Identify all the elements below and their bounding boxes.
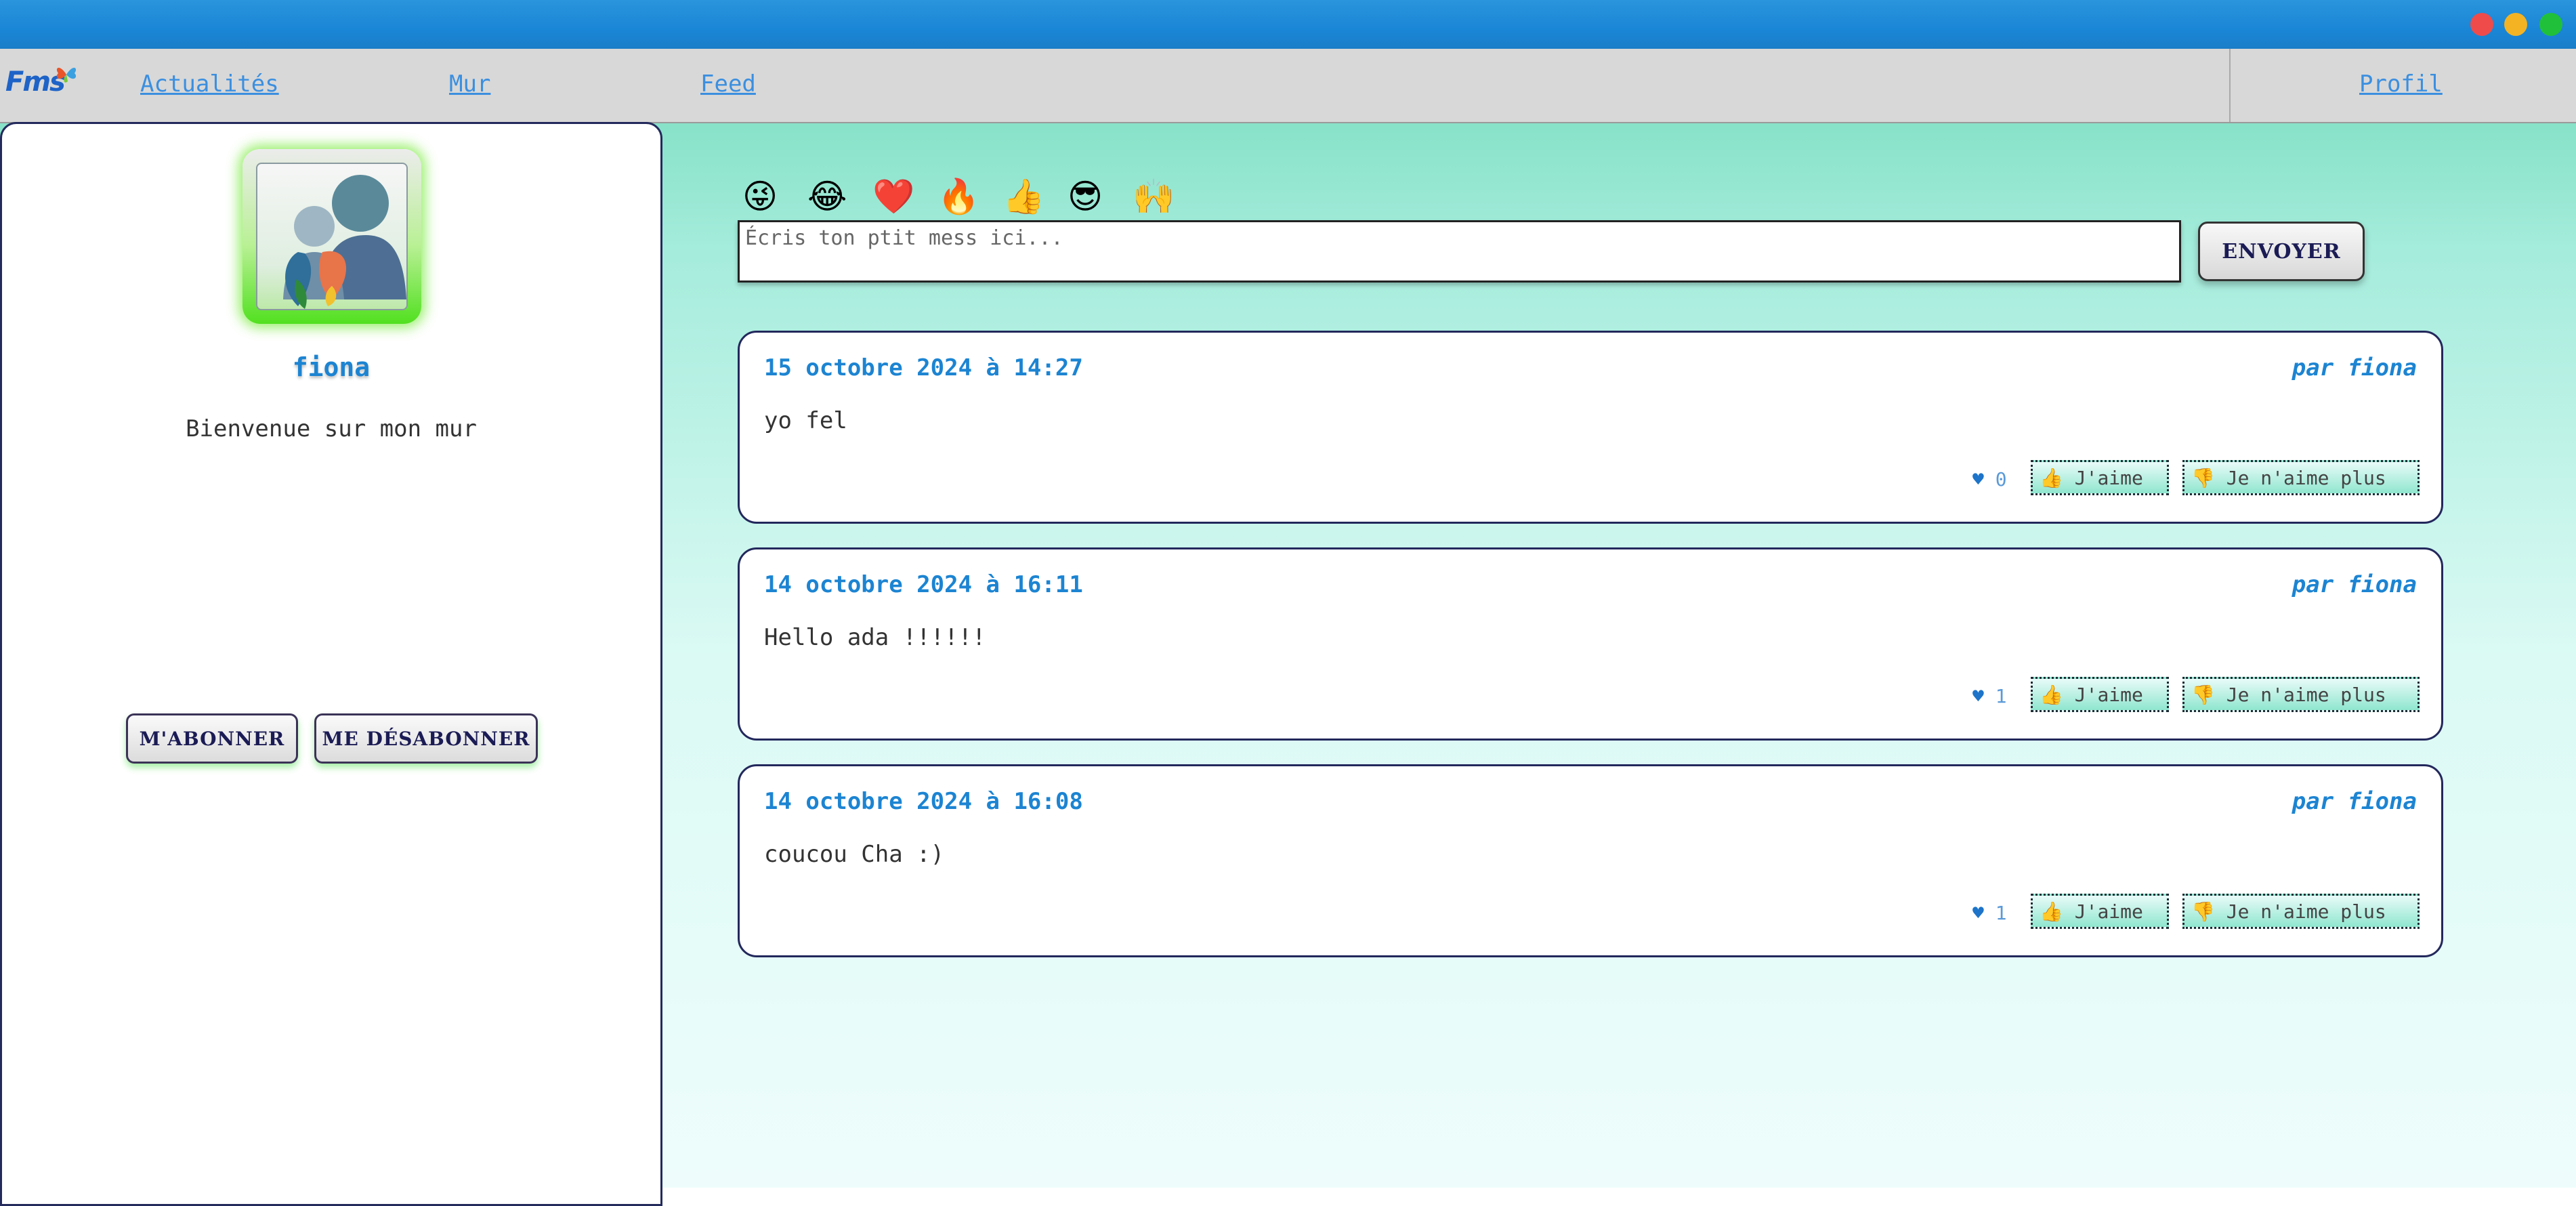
emoji-heart-icon[interactable]: ❤️ (872, 175, 914, 218)
nav-divider (2229, 49, 2231, 122)
message-input[interactable] (738, 220, 2181, 283)
nav-bar (0, 49, 2576, 123)
subscribe-button[interactable]: M'ABONNER (126, 713, 298, 764)
nav-link-actualites[interactable]: Actualités (140, 70, 279, 98)
like-count: ♥ 0 (1972, 468, 2007, 491)
like-button[interactable]: 👍 J'aime (2031, 677, 2169, 712)
profile-welcome-text: Bienvenue sur mon mur (186, 415, 477, 442)
like-button[interactable]: 👍 J'aime (2031, 460, 2169, 495)
unsubscribe-button[interactable]: ME DÉSABONNER (314, 713, 538, 764)
unlike-button-label: Je n'aime plus (2226, 683, 2386, 706)
like-count-value: 1 (1995, 685, 2007, 707)
like-count: ♥ 1 (1972, 902, 2007, 924)
thumbs-down-icon: 👎 (2191, 466, 2215, 489)
emoji-laughing-icon[interactable]: 😂 (807, 175, 847, 218)
post-text: coucou Cha :) (764, 841, 945, 868)
heart-icon: ♥ (1972, 685, 1984, 707)
emoji-crazy-face-icon[interactable]: 😜 (742, 175, 778, 218)
avatar (242, 149, 421, 324)
like-count-value: 0 (1995, 468, 2007, 491)
post-card: 14 octobre 2024 à 16:08 par fiona coucou… (738, 764, 2443, 957)
unlike-button[interactable]: 👎 Je n'aime plus (2182, 894, 2420, 929)
emoji-thumbs-up-icon[interactable]: 👍 (1002, 175, 1044, 218)
unlike-button-label: Je n'aime plus (2226, 900, 2386, 923)
app-logo[interactable]: Fms (5, 66, 80, 100)
nav-link-profil[interactable]: Profil (2359, 70, 2443, 98)
unlike-button[interactable]: 👎 Je n'aime plus (2182, 677, 2420, 712)
user-avatar-icon (283, 175, 406, 309)
like-count: ♥ 1 (1972, 685, 2007, 707)
close-window-button[interactable] (2470, 13, 2493, 36)
post-date: 14 octobre 2024 à 16:08 (764, 788, 1083, 815)
thumbs-up-icon: 👍 (2040, 900, 2063, 923)
like-count-value: 1 (1995, 902, 2007, 924)
window-titlebar (0, 0, 2576, 49)
post-card: 15 octobre 2024 à 14:27 par fiona yo fel… (738, 331, 2443, 524)
send-button[interactable]: ENVOYER (2198, 222, 2365, 281)
emoji-fire-icon[interactable]: 🔥 (937, 175, 979, 218)
unlike-button[interactable]: 👎 Je n'aime plus (2182, 460, 2420, 495)
post-author: par fiona (2292, 354, 2417, 381)
minimize-window-button[interactable] (2504, 13, 2527, 36)
post-card: 14 octobre 2024 à 16:11 par fiona Hello … (738, 547, 2443, 741)
like-button-label: J'aime (2074, 466, 2143, 489)
like-button[interactable]: 👍 J'aime (2031, 894, 2169, 929)
post-author: par fiona (2292, 571, 2417, 598)
nav-link-mur[interactable]: Mur (449, 70, 490, 98)
thumbs-up-icon: 👍 (2040, 466, 2063, 489)
emoji-raising-hands-icon[interactable]: 🙌 (1133, 175, 1175, 218)
thumbs-up-icon: 👍 (2040, 683, 2063, 706)
like-button-label: J'aime (2074, 900, 2143, 923)
post-date: 14 octobre 2024 à 16:11 (764, 571, 1083, 598)
emoji-sunglasses-icon[interactable]: 😎 (1068, 175, 1103, 218)
post-date: 15 octobre 2024 à 14:27 (764, 354, 1083, 381)
unlike-button-label: Je n'aime plus (2226, 466, 2386, 489)
thumbs-down-icon: 👎 (2191, 900, 2215, 923)
heart-icon: ♥ (1972, 902, 1984, 924)
heart-icon: ♥ (1972, 468, 1984, 491)
nav-link-feed[interactable]: Feed (700, 70, 756, 98)
maximize-window-button[interactable] (2539, 13, 2562, 36)
butterfly-logo-icon (56, 67, 77, 83)
post-text: Hello ada !!!!!! (764, 624, 986, 651)
post-author: par fiona (2292, 788, 2417, 815)
like-button-label: J'aime (2074, 683, 2143, 706)
profile-username: fiona (292, 352, 371, 382)
thumbs-down-icon: 👎 (2191, 683, 2215, 706)
post-text: yo fel (764, 407, 847, 434)
